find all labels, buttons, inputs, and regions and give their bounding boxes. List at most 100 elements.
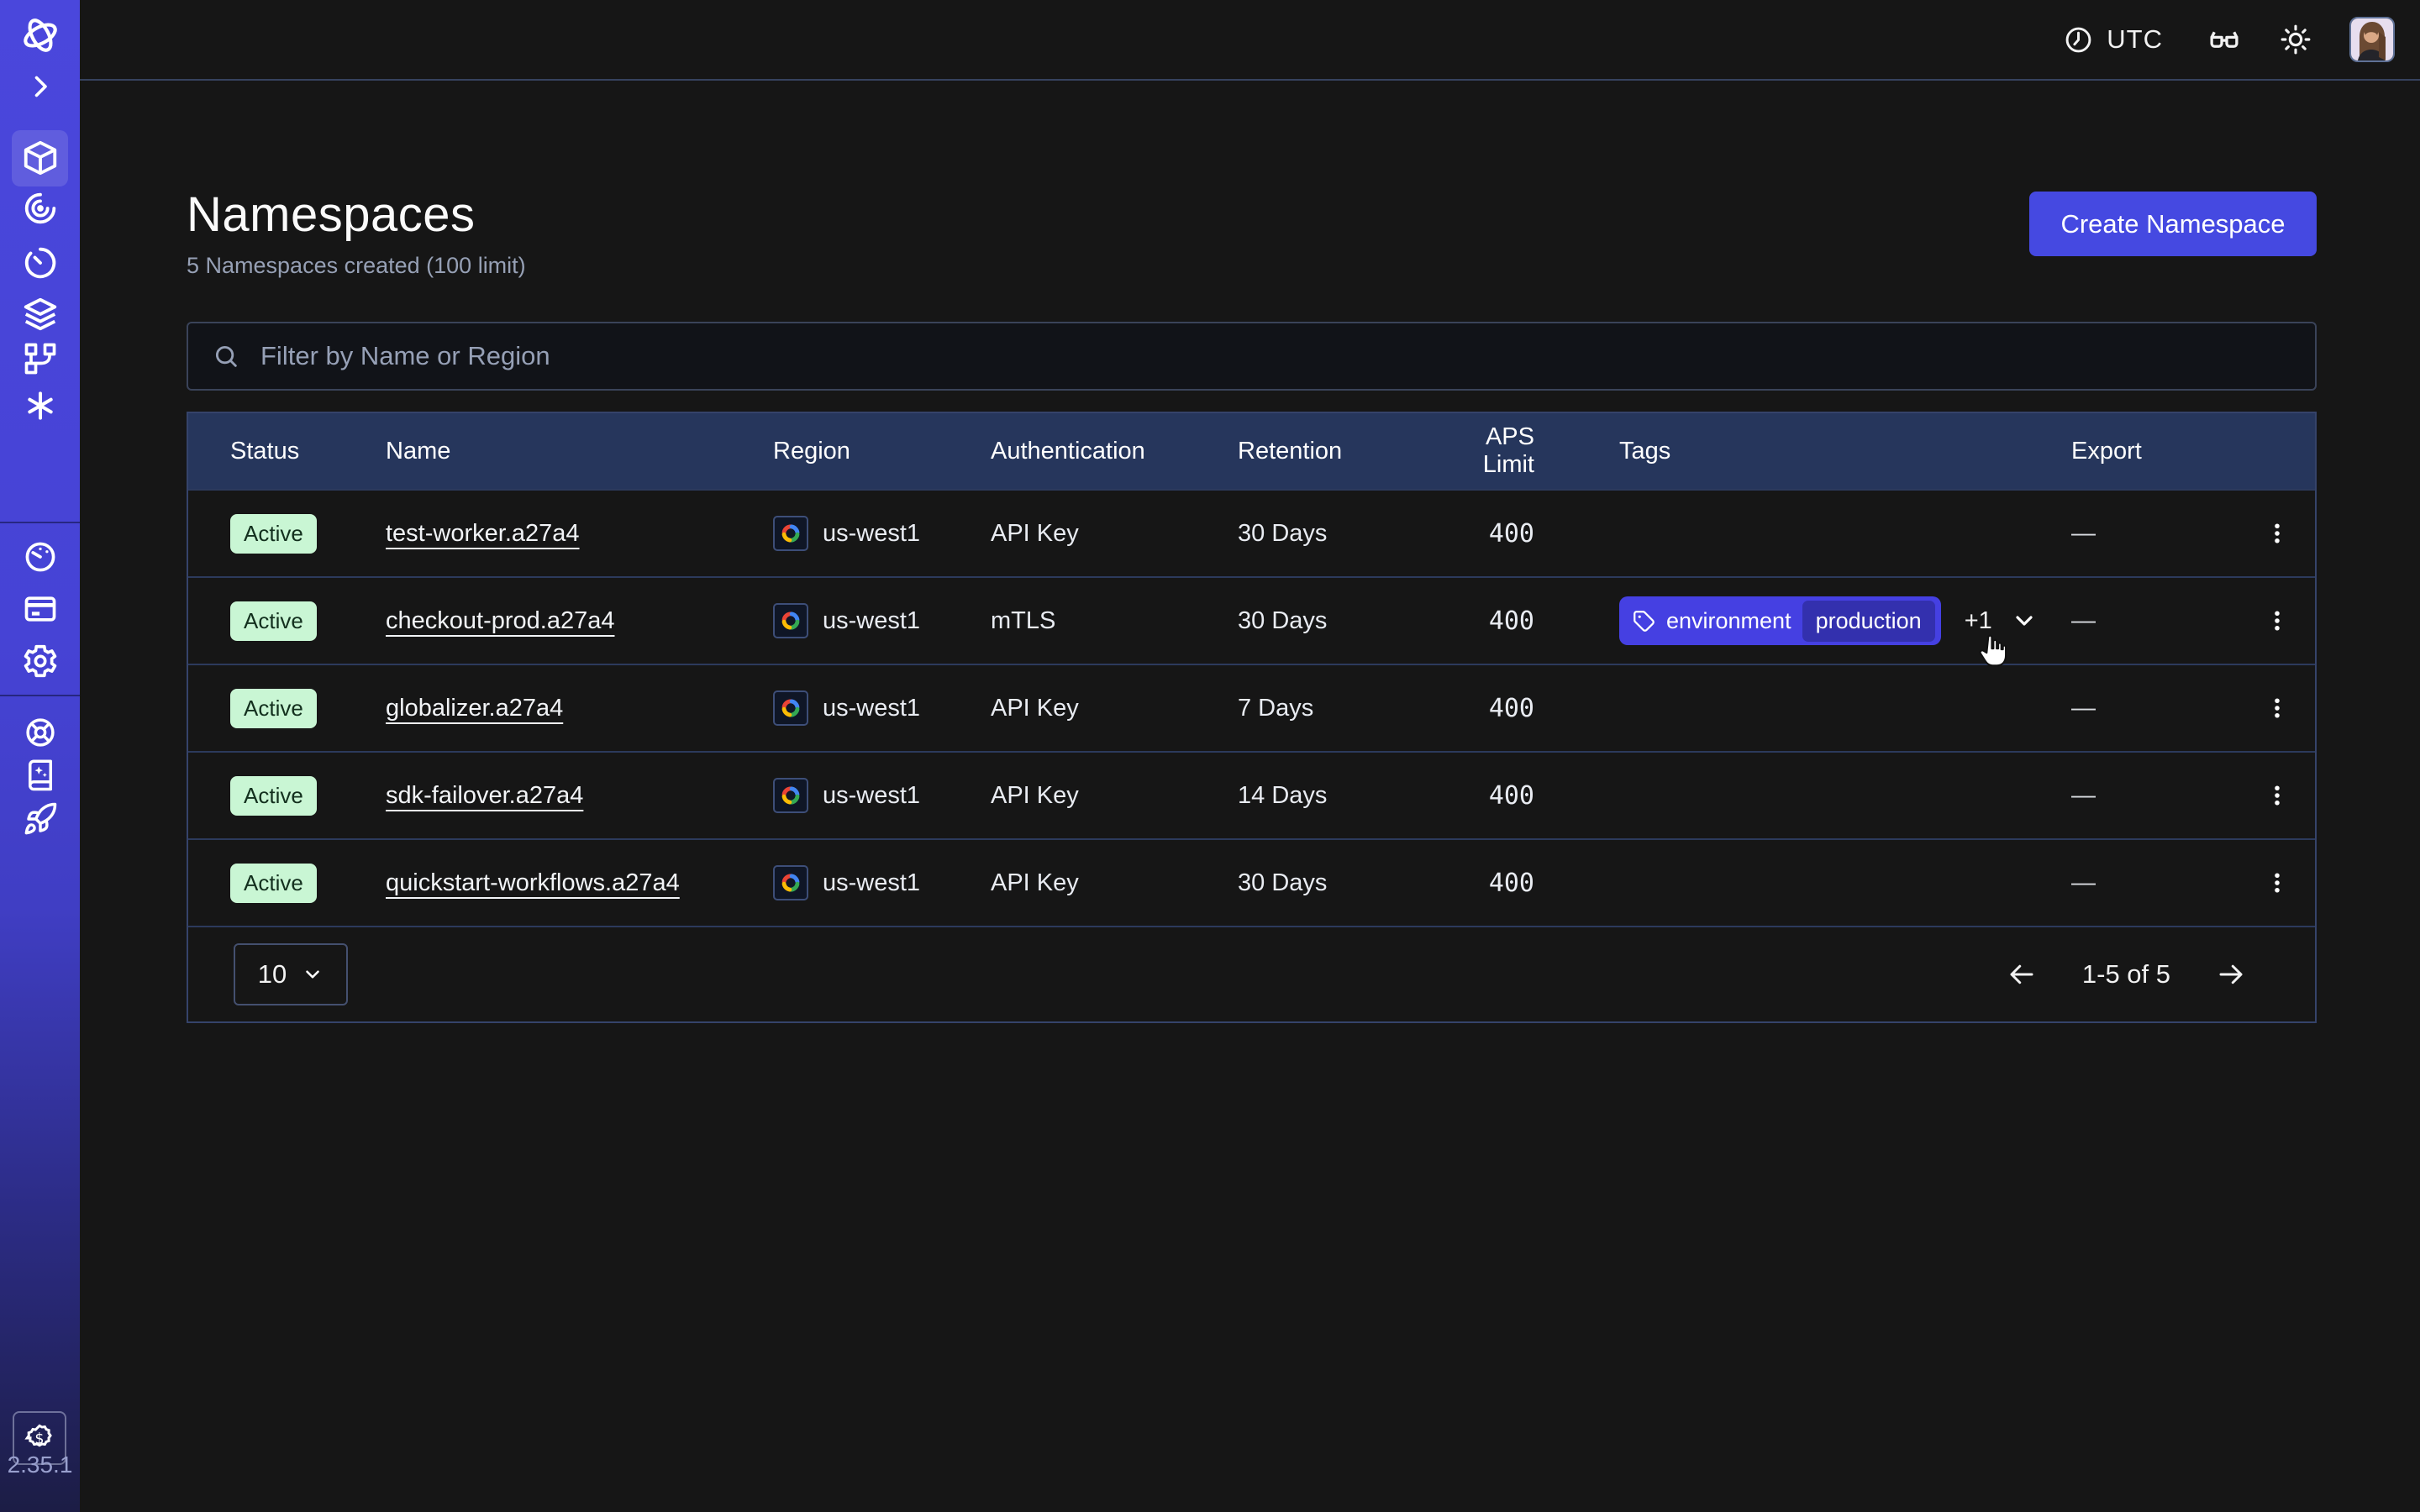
book-sparkle-icon [23,757,58,792]
topbar: UTC [80,0,2420,81]
namespace-link[interactable]: sdk-failover.a27a4 [386,782,583,809]
branch-merge-icon [22,340,59,377]
namespace-link[interactable]: checkout-prod.a27a4 [386,607,614,634]
asterisk-icon [22,387,59,424]
row-menu-button[interactable] [2252,596,2302,646]
row-menu-button[interactable] [2252,683,2302,733]
accessibility-toggle[interactable] [2207,22,2242,57]
region-label: us-west1 [823,869,920,897]
row-menu-button[interactable] [2252,770,2302,821]
retention-label: 7 Days [1238,695,1431,722]
sidebar-item-usage[interactable] [0,533,80,580]
sidebar-item-batch-operations[interactable] [0,382,80,429]
next-page-button[interactable] [2211,954,2251,995]
region-label: us-west1 [823,520,920,548]
filter-input[interactable] [259,340,2291,372]
namespaces-table: Status Name Region Authentication Retent… [187,412,2317,1023]
table-header-row: Status Name Region Authentication Retent… [188,413,2315,489]
svg-text:$: $ [34,1431,44,1448]
sidebar-item-nexus[interactable] [0,335,80,382]
status-badge: Active [230,601,317,641]
region-label: us-west1 [823,782,920,810]
previous-page-button[interactable] [2002,954,2042,995]
gear-icon [22,643,59,680]
radar-eye-icon [21,189,60,228]
column-header-name: Name [386,438,773,465]
pagination-range: 1-5 of 5 [2082,959,2170,990]
page-size-value: 10 [258,959,287,990]
column-header-tags: Tags [1555,438,2071,465]
temporal-logo-icon [19,14,61,56]
retention-label: 30 Days [1238,520,1431,548]
auth-label: API Key [991,869,1238,897]
sidebar-expand-button[interactable] [0,63,80,110]
gcp-cloud-icon [773,778,808,813]
column-header-export: Export [2071,438,2239,465]
table-row: Active checkout-prod.a27a4 us-west1 mTLS… [188,576,2315,664]
tag-value: production [1802,601,1935,642]
export-value: — [2071,695,2239,722]
page-size-select[interactable]: 10 [234,943,348,1005]
app-root: { "topbar": { "timezone": "UTC" }, "side… [0,0,2420,1512]
export-value: — [2071,607,2239,635]
sidebar-item-deployments[interactable] [0,291,80,338]
gcp-cloud-icon [773,516,808,551]
namespace-link[interactable]: globalizer.a27a4 [386,695,563,722]
column-header-aps-limit: APS Limit [1431,423,1555,479]
sidebar-item-support[interactable] [0,709,80,756]
namespace-link[interactable]: test-worker.a27a4 [386,520,580,547]
aps-limit-value: 400 [1431,869,1555,898]
row-menu-button[interactable] [2252,508,2302,559]
column-header-status: Status [188,438,386,465]
gcp-cloud-icon [773,603,808,638]
column-header-region: Region [773,438,991,465]
credit-card-icon [22,591,59,627]
auth-label: API Key [991,695,1238,722]
column-header-retention: Retention [1238,438,1431,465]
export-value: — [2071,869,2239,897]
sidebar-item-docs[interactable] [0,751,80,798]
app-version: 2.35.1 [0,1452,80,1478]
page-subtitle: 5 Namespaces created (100 limit) [187,253,526,279]
tag-chip[interactable]: environment production [1619,596,1941,645]
gcp-cloud-icon [773,865,808,900]
cube-icon [21,139,60,177]
export-value: — [2071,782,2239,810]
gcp-cloud-icon [773,690,808,726]
search-icon [212,342,240,370]
namespace-link[interactable]: quickstart-workflows.a27a4 [386,869,680,896]
timer-icon [21,244,60,282]
chevron-down-icon [302,963,324,985]
auth-label: mTLS [991,607,1238,635]
timezone-selector[interactable]: UTC [2063,24,2163,55]
retention-label: 30 Days [1238,869,1431,897]
pagination: 1-5 of 5 [2002,954,2251,995]
table-row: Active test-worker.a27a4 us-west1 API Ke… [188,489,2315,576]
tag-expand-chevron[interactable] [2011,607,2038,634]
sidebar-item-getting-started[interactable] [0,795,80,843]
sidebar-item-insights[interactable] [0,185,80,232]
create-namespace-button[interactable]: Create Namespace [2029,192,2317,256]
sidebar-item-billing[interactable] [0,585,80,633]
sidebar-item-schedules[interactable] [0,239,80,286]
table-row: Active globalizer.a27a4 us-west1 API Key… [188,664,2315,751]
theme-toggle[interactable] [2279,23,2312,56]
sidebar: $ 2.35.1 [0,0,80,1512]
clock-icon [2063,24,2094,55]
status-badge: Active [230,689,317,728]
sidebar-item-settings[interactable] [0,638,80,685]
region-label: us-west1 [823,607,920,635]
table-row: Active sdk-failover.a27a4 us-west1 API K… [188,751,2315,838]
dollar-seal-icon: $ [23,1421,56,1455]
gauge-icon [22,538,59,575]
row-menu-button[interactable] [2252,858,2302,908]
region-label: us-west1 [823,695,920,722]
glasses-icon [2207,22,2242,57]
sidebar-item-namespaces[interactable] [0,134,80,181]
table-footer: 10 1-5 of 5 [188,926,2315,1021]
temporal-logo[interactable] [0,12,80,59]
retention-label: 14 Days [1238,782,1431,810]
tag-more-count[interactable]: +1 [1965,607,1992,635]
user-avatar[interactable] [2349,17,2395,62]
filter-box [187,322,2317,391]
